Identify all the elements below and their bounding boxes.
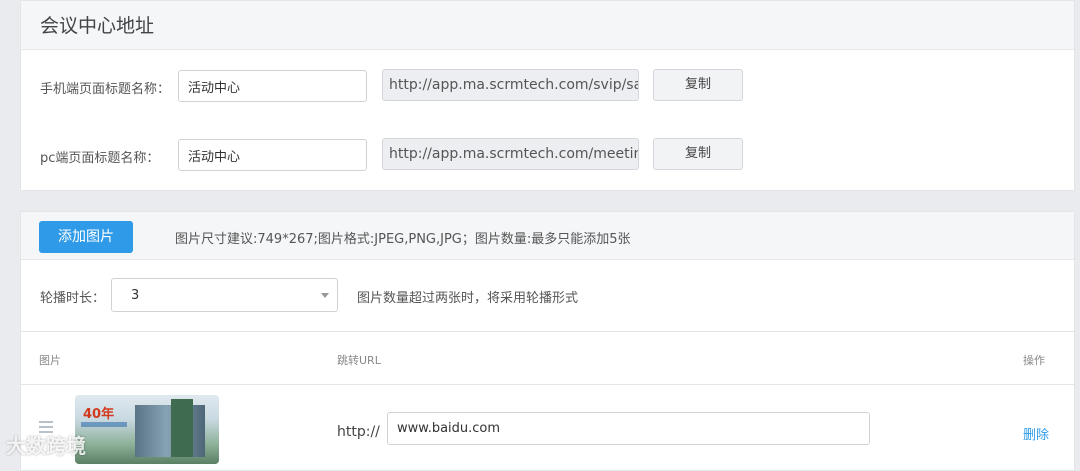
pc-copy-button[interactable]: 复制 xyxy=(653,138,743,170)
pc-url-field[interactable]: http://app.ma.scrmtech.com/meetings/ xyxy=(382,138,639,170)
address-card: 会议中心地址 手机端页面标题名称： http://app.ma.scrmtech… xyxy=(20,0,1075,191)
banner-thumbnail: 40年 xyxy=(75,395,219,464)
carousel-duration-value: 3 xyxy=(131,288,140,303)
carousel-duration-label: 轮播时长： xyxy=(40,291,106,306)
column-header-image: 图片 xyxy=(39,354,61,367)
url-protocol: http:// xyxy=(337,424,380,440)
carousel-duration-select[interactable]: 3 xyxy=(111,278,338,312)
pc-title-label: pc端页面标题名称： xyxy=(40,151,160,166)
section-title: 会议中心地址 xyxy=(21,1,1074,50)
chevron-down-icon xyxy=(321,293,329,298)
delete-link[interactable]: 删除 xyxy=(1023,424,1049,443)
watermark-logo: 大数跨境 xyxy=(6,434,86,458)
thumbnail-tower xyxy=(171,399,193,457)
add-image-button[interactable]: 添加图片 xyxy=(39,221,133,253)
mobile-url-field[interactable]: http://app.ma.scrmtech.com/svip/sapIn xyxy=(382,69,639,101)
mobile-title-row: 手机端页面标题名称： http://app.ma.scrmtech.com/sv… xyxy=(21,69,1074,104)
image-size-hint: 图片尺寸建议:749*267;图片格式:JPEG,PNG,JPG；图片数量:最多… xyxy=(175,232,631,247)
pc-title-input[interactable] xyxy=(178,139,367,171)
thumbnail-badge: 40年 xyxy=(83,407,115,422)
table-header: 图片 跳转URL 操作 xyxy=(20,331,1075,385)
column-header-actions: 操作 xyxy=(1023,354,1045,367)
carousel-hint: 图片数量超过两张时，将采用轮播形式 xyxy=(357,291,579,306)
mobile-copy-button[interactable]: 复制 xyxy=(653,69,743,101)
mobile-title-input[interactable] xyxy=(178,70,367,102)
mobile-title-label: 手机端页面标题名称： xyxy=(40,82,171,97)
banner-toolbar: 添加图片 图片尺寸建议:749*267;图片格式:JPEG,PNG,JPG；图片… xyxy=(21,212,1074,260)
thumbnail-building xyxy=(135,405,205,457)
thumbnail-ribbon xyxy=(81,422,127,427)
jump-url-input[interactable] xyxy=(387,412,870,445)
pc-title-row: pc端页面标题名称： http://app.ma.scrmtech.com/me… xyxy=(21,138,1074,173)
banner-card: 添加图片 图片尺寸建议:749*267;图片格式:JPEG,PNG,JPG；图片… xyxy=(20,211,1075,471)
column-header-url: 跳转URL xyxy=(337,354,381,367)
